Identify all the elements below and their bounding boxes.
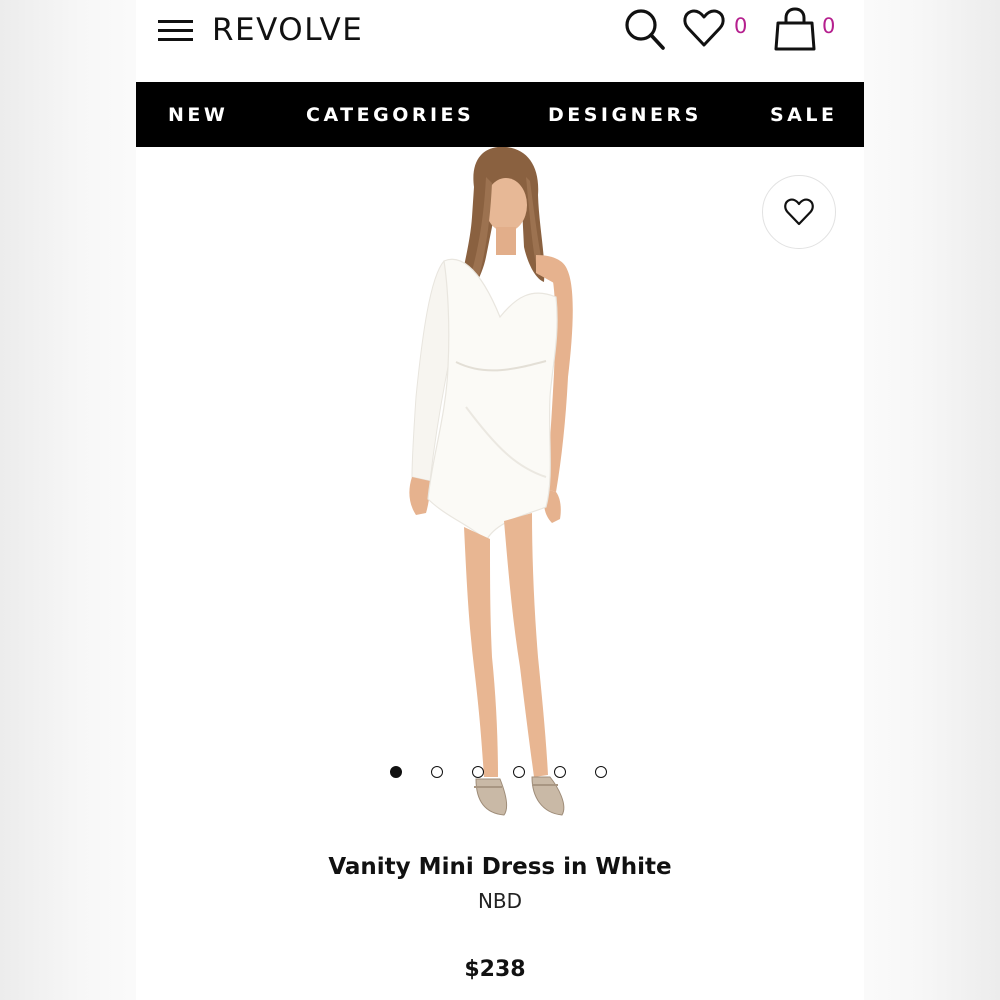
wishlist-count: 0: [734, 14, 748, 38]
product-brand[interactable]: NBD: [136, 888, 864, 914]
carousel-dots: [390, 766, 610, 782]
bag-count: 0: [822, 14, 836, 38]
product-photo: [409, 147, 573, 816]
mobile-screen: REVOLVE 0 0 NEW CATEGORIES DESIGNERS SAL…: [136, 0, 864, 1000]
product-price: $238: [464, 957, 526, 982]
nav-item-sale[interactable]: SALE: [770, 103, 837, 127]
search-icon[interactable]: [622, 6, 668, 52]
nav-item-categories[interactable]: CATEGORIES: [306, 103, 474, 127]
carousel-dot[interactable]: [390, 766, 402, 778]
nav-item-new[interactable]: NEW: [168, 103, 228, 127]
site-header: REVOLVE 0 0: [136, 0, 864, 82]
carousel-dot[interactable]: [595, 766, 607, 778]
menu-icon[interactable]: [158, 20, 194, 44]
carousel-dot[interactable]: [513, 766, 525, 778]
product-image-carousel[interactable]: [136, 147, 864, 842]
main-nav: NEW CATEGORIES DESIGNERS SALE: [136, 82, 864, 147]
site-logo[interactable]: REVOLVE: [212, 10, 363, 50]
carousel-dot[interactable]: [554, 766, 566, 778]
wishlist-heart-icon[interactable]: [682, 7, 726, 49]
shopping-bag-icon[interactable]: [772, 6, 818, 52]
product-name: Vanity Mini Dress in White: [328, 854, 672, 880]
add-to-wishlist-button[interactable]: [762, 175, 836, 249]
carousel-dot[interactable]: [431, 766, 443, 778]
nav-item-designers[interactable]: DESIGNERS: [548, 103, 702, 127]
carousel-dot[interactable]: [472, 766, 484, 778]
heart-icon: [784, 198, 814, 226]
